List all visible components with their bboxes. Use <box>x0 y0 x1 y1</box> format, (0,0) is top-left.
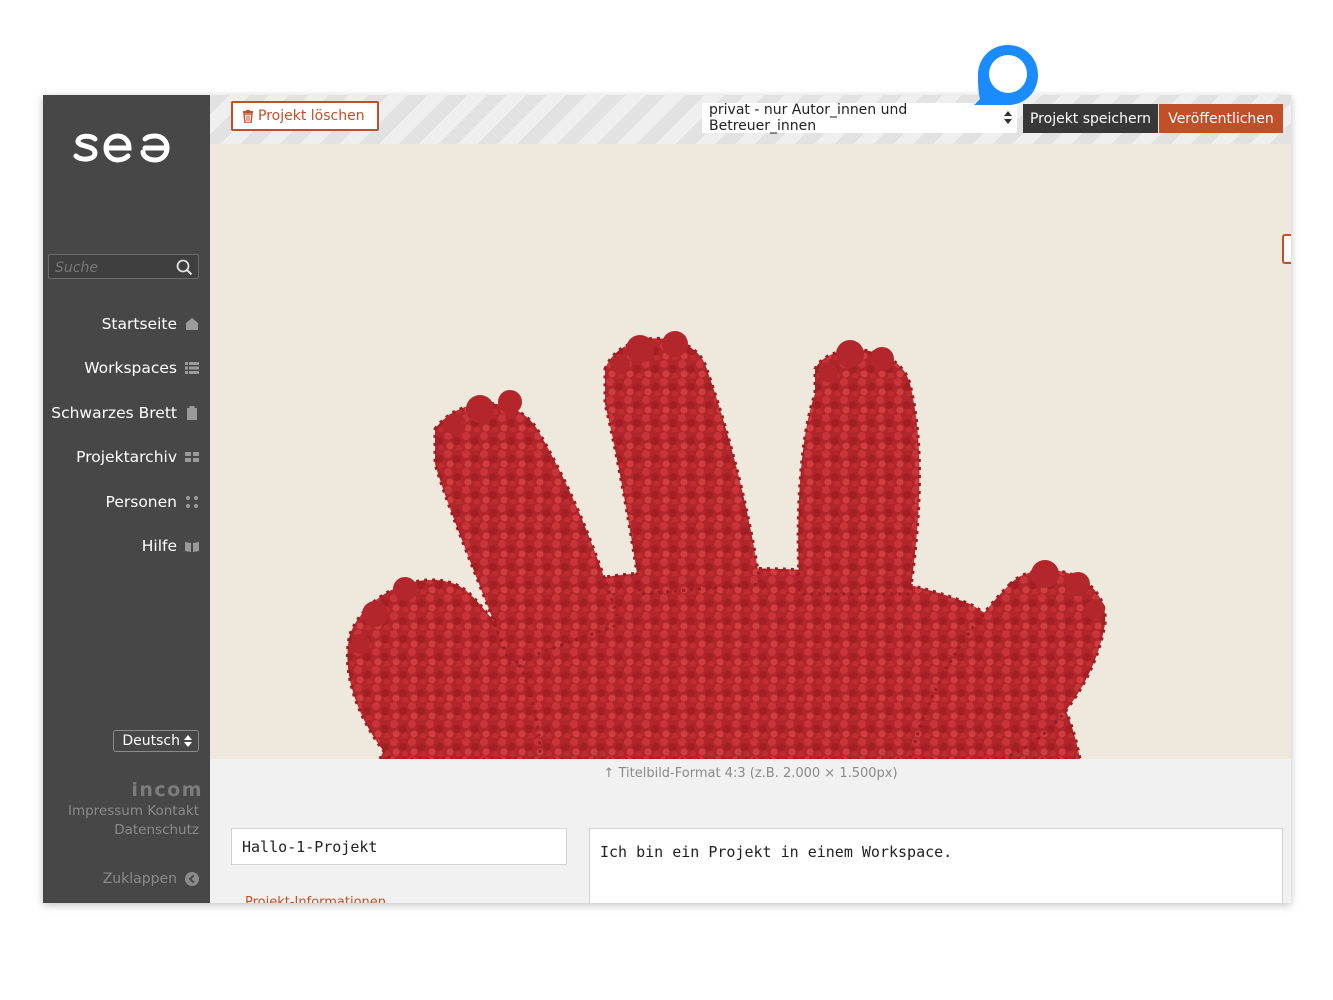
project-info-link[interactable]: Projekt-Informationen <box>245 895 386 903</box>
sidebar-item-projektarchiv[interactable]: Projektarchiv <box>76 445 199 469</box>
trash-icon <box>243 109 253 123</box>
see-logo[interactable]: see <box>73 125 173 169</box>
updown-arrows-icon <box>1004 111 1012 124</box>
cursor-marker-icon <box>974 45 1038 105</box>
datenschutz-link[interactable]: Datenschutz <box>114 822 199 838</box>
sidebar-item-label: Startseite <box>101 315 177 333</box>
project-description-input[interactable]: Ich bin ein Projekt in einem Workspace. <box>589 828 1283 903</box>
sidebar: see Startseite Workspaces <box>43 95 210 903</box>
editor-toolbar: Projekt löschen privat - nur Autor_innen… <box>210 95 1291 144</box>
grid-icon <box>185 452 199 462</box>
sidebar-item-personen[interactable]: Personen <box>106 490 199 514</box>
language-value: Deutsch <box>122 733 180 749</box>
cover-photo-red-glove <box>210 144 1291 759</box>
updown-arrows-icon <box>184 735 192 747</box>
project-title-input[interactable] <box>231 828 567 865</box>
clipboard-icon <box>187 406 197 420</box>
sidebar-item-startseite[interactable]: Startseite <box>102 312 199 336</box>
sidebar-item-schwarzes-brett[interactable]: Schwarzes Brett <box>51 401 199 425</box>
visibility-select[interactable]: privat - nur Autor_innen und Betreuer_in… <box>702 102 1017 134</box>
cover-format-hint-text: Titelbild-Format 4:3 (z.B. 2.000 × 1.500… <box>618 766 898 781</box>
language-select[interactable]: Deutsch <box>113 730 199 752</box>
collapse-button[interactable]: Zuklappen <box>103 871 199 887</box>
impressum-link[interactable]: Impressum <box>68 803 143 819</box>
sidebar-item-workspaces[interactable]: Workspaces <box>84 356 199 380</box>
home-icon <box>186 318 198 330</box>
delete-project-button[interactable]: Projekt löschen <box>231 101 379 131</box>
arrow-up-icon: ↑ <box>603 766 615 781</box>
save-project-button[interactable]: Projekt speichern <box>1023 104 1158 133</box>
book-icon <box>185 542 199 552</box>
footer-links: Impressum Kontakt Datenschutz <box>68 802 199 840</box>
project-editor: Projekt löschen privat - nur Autor_innen… <box>210 95 1291 903</box>
search-icon[interactable] <box>176 259 193 276</box>
delete-project-label: Projekt löschen <box>258 108 365 124</box>
visibility-value: privat - nur Autor_innen und Betreuer_in… <box>709 102 908 134</box>
incom-logo[interactable]: incom <box>131 779 203 801</box>
people-icon <box>186 496 198 508</box>
cover-format-hint: ↑ Titelbild-Format 4:3 (z.B. 2.000 × 1.5… <box>210 766 1291 781</box>
list-icon <box>185 362 199 374</box>
search-box <box>48 254 199 279</box>
sidebar-item-hilfe[interactable]: Hilfe <box>142 534 199 558</box>
sidebar-item-label: Projektarchiv <box>76 448 177 466</box>
chevron-left-icon <box>185 872 199 886</box>
sidebar-item-label: Personen <box>105 493 177 511</box>
sidebar-item-label: Hilfe <box>141 537 177 555</box>
kontakt-link[interactable]: Kontakt <box>147 803 199 819</box>
sidebar-item-label: Schwarzes Brett <box>51 404 177 422</box>
search-input[interactable] <box>53 257 175 278</box>
app-window: see Startseite Workspaces <box>43 95 1291 903</box>
side-panel-tab[interactable] <box>1282 234 1291 264</box>
sidebar-item-label: Workspaces <box>84 359 177 377</box>
publish-button[interactable]: Veröffentlichen <box>1159 104 1283 133</box>
collapse-label: Zuklappen <box>102 871 177 887</box>
cover-image[interactable] <box>210 144 1291 759</box>
